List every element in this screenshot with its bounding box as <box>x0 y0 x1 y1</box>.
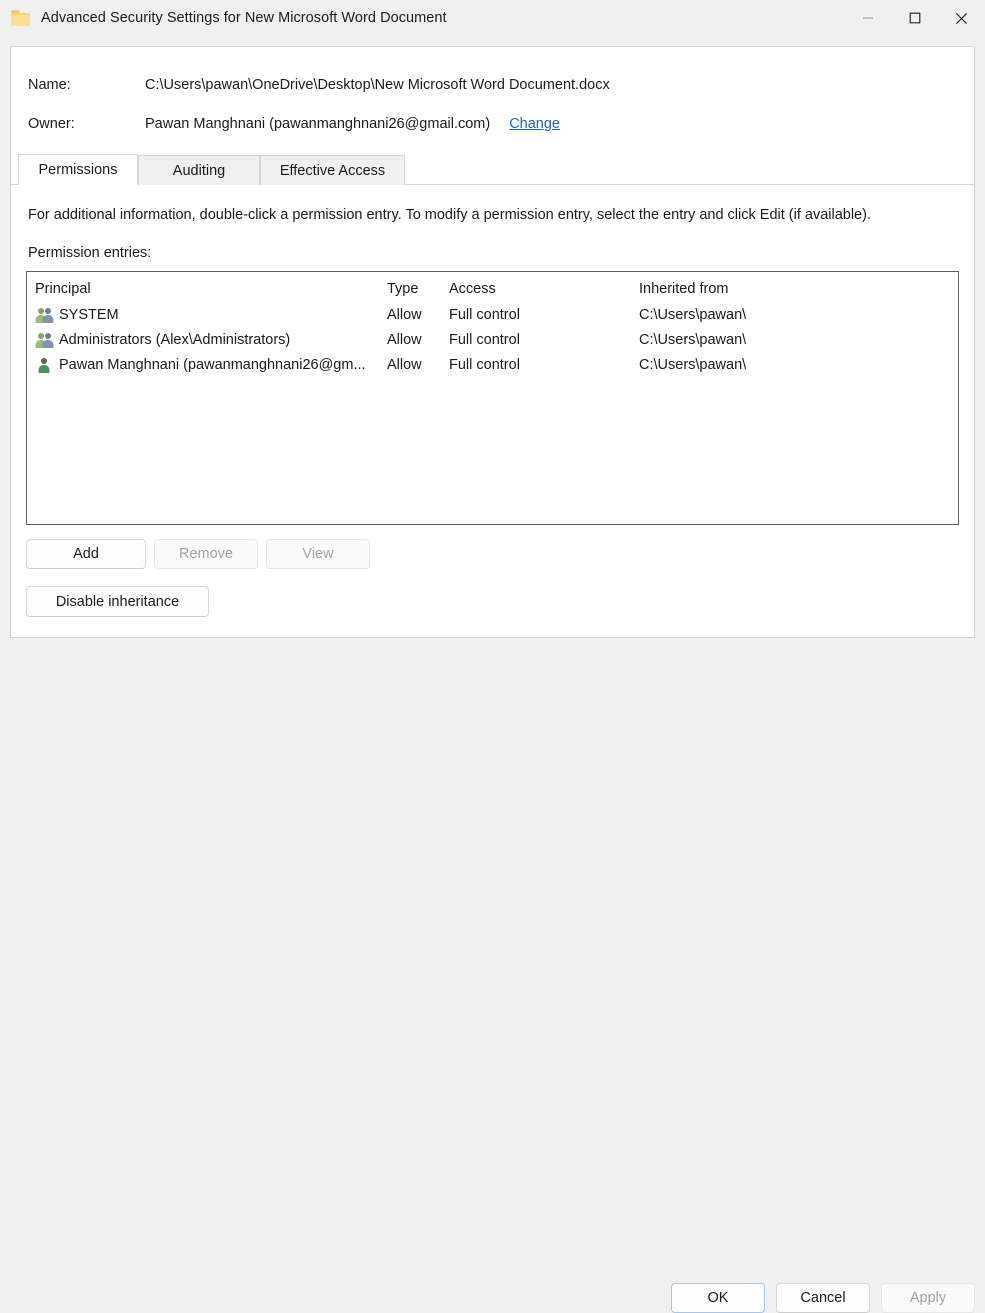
tab-effective-access-label: Effective Access <box>280 163 385 179</box>
remove-button[interactable]: Remove <box>154 539 258 569</box>
close-icon <box>955 12 968 25</box>
cell-access: Full control <box>449 307 639 323</box>
name-label: Name: <box>28 77 145 93</box>
ok-button[interactable]: OK <box>671 1283 765 1313</box>
tab-effective-access[interactable]: Effective Access <box>260 155 405 185</box>
add-button-label: Add <box>73 546 99 562</box>
owner-value: Pawan Manghnani (pawanmanghnani26@gmail.… <box>145 116 490 132</box>
apply-button-label: Apply <box>910 1290 946 1306</box>
permission-entries-list[interactable]: Principal Type Access Inherited from SYS… <box>26 271 959 525</box>
cell-inherited-from: C:\Users\pawan\ <box>639 332 958 348</box>
dialog-panel: Name: C:\Users\pawan\OneDrive\Desktop\Ne… <box>10 46 975 638</box>
add-button[interactable]: Add <box>26 539 146 569</box>
name-row: Name: C:\Users\pawan\OneDrive\Desktop\Ne… <box>28 77 610 93</box>
column-header-type: Type <box>387 281 449 297</box>
remove-button-label: Remove <box>179 546 233 562</box>
cell-access: Full control <box>449 357 639 373</box>
cell-principal: SYSTEM <box>27 307 387 323</box>
cell-type: Allow <box>387 357 449 373</box>
column-header-inherited-from: Inherited from <box>639 281 958 297</box>
column-header-principal: Principal <box>27 281 387 297</box>
table-row[interactable]: Administrators (Alex\Administrators) All… <box>27 327 958 352</box>
table-row[interactable]: SYSTEM Allow Full control C:\Users\pawan… <box>27 302 958 327</box>
change-owner-link[interactable]: Change <box>509 116 560 132</box>
group-icon <box>35 332 53 348</box>
cell-type: Allow <box>387 332 449 348</box>
view-button[interactable]: View <box>266 539 370 569</box>
principal-text: Pawan Manghnani (pawanmanghnani26@gm... <box>59 357 366 373</box>
window-controls <box>844 0 985 36</box>
tab-auditing[interactable]: Auditing <box>138 155 260 185</box>
cancel-button[interactable]: Cancel <box>776 1283 870 1313</box>
minimize-icon <box>862 12 874 24</box>
group-icon <box>35 307 53 323</box>
cell-inherited-from: C:\Users\pawan\ <box>639 357 958 373</box>
disable-inheritance-button-label: Disable inheritance <box>56 594 179 610</box>
tab-strip: Permissions Auditing Effective Access <box>11 155 974 185</box>
maximize-button[interactable] <box>891 0 938 36</box>
principal-text: Administrators (Alex\Administrators) <box>59 332 290 348</box>
table-header-row: Principal Type Access Inherited from <box>27 272 958 302</box>
user-icon <box>35 357 53 373</box>
folder-icon <box>11 10 31 27</box>
tab-permissions-label: Permissions <box>39 162 118 178</box>
close-button[interactable] <box>938 0 985 36</box>
advanced-security-settings-window: Advanced Security Settings for New Micro… <box>0 0 985 682</box>
tab-permissions[interactable]: Permissions <box>18 154 138 185</box>
cell-access: Full control <box>449 332 639 348</box>
cell-type: Allow <box>387 307 449 323</box>
column-header-access: Access <box>449 281 639 297</box>
owner-label: Owner: <box>28 116 145 132</box>
owner-row: Owner: Pawan Manghnani (pawanmanghnani26… <box>28 116 560 132</box>
window-title: Advanced Security Settings for New Micro… <box>41 10 447 26</box>
dialog-footer: OK Cancel Apply <box>0 638 985 682</box>
cancel-button-label: Cancel <box>800 1290 845 1306</box>
instruction-text: For additional information, double-click… <box>28 207 871 223</box>
table-row[interactable]: Pawan Manghnani (pawanmanghnani26@gm... … <box>27 352 958 377</box>
ok-button-label: OK <box>708 1290 729 1306</box>
minimize-button[interactable] <box>844 0 891 36</box>
maximize-icon <box>909 12 921 24</box>
apply-button[interactable]: Apply <box>881 1283 975 1313</box>
tab-auditing-label: Auditing <box>173 163 225 179</box>
name-value: C:\Users\pawan\OneDrive\Desktop\New Micr… <box>145 77 610 93</box>
cell-inherited-from: C:\Users\pawan\ <box>639 307 958 323</box>
permission-entries-label: Permission entries: <box>28 245 151 261</box>
title-bar: Advanced Security Settings for New Micro… <box>0 0 985 36</box>
cell-principal: Pawan Manghnani (pawanmanghnani26@gm... <box>27 357 387 373</box>
principal-text: SYSTEM <box>59 307 119 323</box>
disable-inheritance-button[interactable]: Disable inheritance <box>26 586 209 617</box>
cell-principal: Administrators (Alex\Administrators) <box>27 332 387 348</box>
view-button-label: View <box>302 546 333 562</box>
